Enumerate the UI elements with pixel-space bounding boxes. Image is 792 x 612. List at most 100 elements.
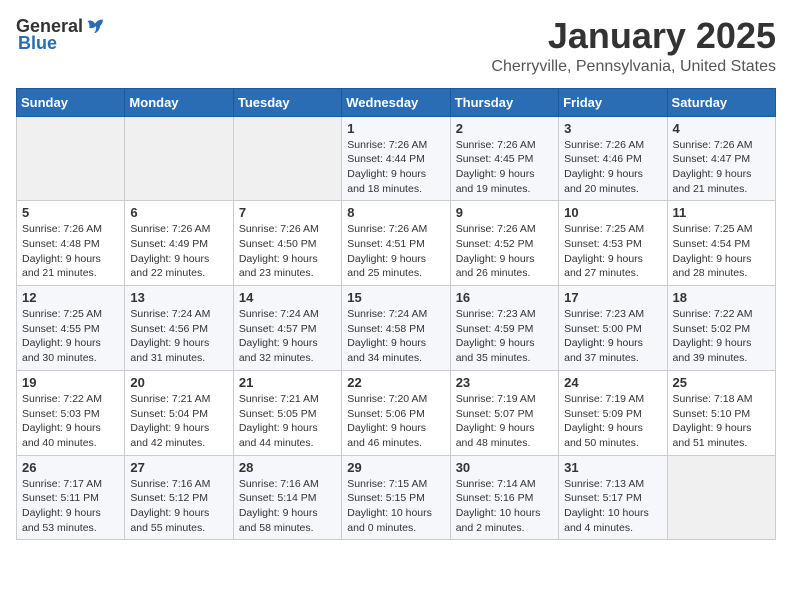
- day-info: Sunrise: 7:20 AM Sunset: 5:06 PM Dayligh…: [347, 392, 444, 451]
- calendar-cell: [125, 116, 233, 201]
- calendar-cell: 18 Sunrise: 7:22 AM Sunset: 5:02 PM Dayli…: [667, 286, 775, 371]
- day-number: 31: [564, 460, 661, 475]
- day-number: 7: [239, 205, 336, 220]
- calendar-week-5: 26 Sunrise: 7:17 AM Sunset: 5:11 PM Dayli…: [17, 455, 776, 540]
- calendar-cell: 14 Sunrise: 7:24 AM Sunset: 4:57 PM Dayli…: [233, 286, 341, 371]
- day-number: 27: [130, 460, 227, 475]
- weekday-header-thursday: Thursday: [450, 88, 558, 116]
- day-info: Sunrise: 7:25 AM Sunset: 4:53 PM Dayligh…: [564, 222, 661, 281]
- calendar-cell: 28Sunrise: 7:16 AM Sunset: 5:14 PM Dayli…: [233, 455, 341, 540]
- day-number: 26: [22, 460, 119, 475]
- calendar-cell: 31 Sunrise: 7:13 AM Sunset: 5:17 PM Dayli…: [559, 455, 667, 540]
- day-info: Sunrise: 7:19 AM Sunset: 5:07 PM Dayligh…: [456, 392, 553, 451]
- calendar-cell: 19 Sunrise: 7:22 AM Sunset: 5:03 PM Dayli…: [17, 370, 125, 455]
- day-info: Sunrise: 7:19 AM Sunset: 5:09 PM Dayligh…: [564, 392, 661, 451]
- calendar-cell: 8 Sunrise: 7:26 AM Sunset: 4:51 PM Daylig…: [342, 201, 450, 286]
- day-info: Sunrise: 7:17 AM Sunset: 5:11 PM Dayligh…: [22, 477, 119, 536]
- day-number: 11: [673, 205, 770, 220]
- logo-bird-icon: [85, 17, 105, 37]
- day-number: 29: [347, 460, 444, 475]
- weekday-header-tuesday: Tuesday: [233, 88, 341, 116]
- calendar-cell: 12 Sunrise: 7:25 AM Sunset: 4:55 PM Dayli…: [17, 286, 125, 371]
- weekday-header-wednesday: Wednesday: [342, 88, 450, 116]
- day-number: 2: [456, 121, 553, 136]
- day-info: Sunrise: 7:26 AM Sunset: 4:44 PM Dayligh…: [347, 138, 444, 197]
- calendar-cell: 10 Sunrise: 7:25 AM Sunset: 4:53 PM Dayli…: [559, 201, 667, 286]
- calendar-cell: 16Sunrise: 7:23 AM Sunset: 4:59 PM Dayli…: [450, 286, 558, 371]
- day-number: 10: [564, 205, 661, 220]
- day-info: Sunrise: 7:24 AM Sunset: 4:57 PM Dayligh…: [239, 307, 336, 366]
- day-info: Sunrise: 7:26 AM Sunset: 4:50 PM Dayligh…: [239, 222, 336, 281]
- calendar-cell: 30 Sunrise: 7:14 AM Sunset: 5:16 PM Dayli…: [450, 455, 558, 540]
- calendar-cell: 25 Sunrise: 7:18 AM Sunset: 5:10 PM Dayli…: [667, 370, 775, 455]
- calendar-cell: 6 Sunrise: 7:26 AM Sunset: 4:49 PM Daylig…: [125, 201, 233, 286]
- day-number: 3: [564, 121, 661, 136]
- day-number: 18: [673, 290, 770, 305]
- day-info: Sunrise: 7:25 AM Sunset: 4:54 PM Dayligh…: [673, 222, 770, 281]
- weekday-header-monday: Monday: [125, 88, 233, 116]
- calendar-week-3: 12 Sunrise: 7:25 AM Sunset: 4:55 PM Dayli…: [17, 286, 776, 371]
- calendar-cell: 29 Sunrise: 7:15 AM Sunset: 5:15 PM Dayli…: [342, 455, 450, 540]
- day-number: 15: [347, 290, 444, 305]
- day-number: 13: [130, 290, 227, 305]
- month-title: January 2025: [491, 16, 776, 56]
- day-info: Sunrise: 7:23 AM Sunset: 4:59 PM Dayligh…: [456, 307, 553, 366]
- calendar-week-4: 19 Sunrise: 7:22 AM Sunset: 5:03 PM Dayli…: [17, 370, 776, 455]
- weekday-header-sunday: Sunday: [17, 88, 125, 116]
- day-number: 25: [673, 375, 770, 390]
- day-info: Sunrise: 7:26 AM Sunset: 4:49 PM Dayligh…: [130, 222, 227, 281]
- day-info: Sunrise: 7:21 AM Sunset: 5:05 PM Dayligh…: [239, 392, 336, 451]
- calendar-cell: 22 Sunrise: 7:20 AM Sunset: 5:06 PM Dayli…: [342, 370, 450, 455]
- day-number: 30: [456, 460, 553, 475]
- day-number: 28: [239, 460, 336, 475]
- weekday-header-row: SundayMondayTuesdayWednesdayThursdayFrid…: [17, 88, 776, 116]
- day-number: 5: [22, 205, 119, 220]
- day-info: Sunrise: 7:13 AM Sunset: 5:17 PM Dayligh…: [564, 477, 661, 536]
- weekday-header-saturday: Saturday: [667, 88, 775, 116]
- day-number: 17: [564, 290, 661, 305]
- calendar-cell: 24 Sunrise: 7:19 AM Sunset: 5:09 PM Dayli…: [559, 370, 667, 455]
- calendar-cell: 4Sunrise: 7:26 AM Sunset: 4:47 PM Daylig…: [667, 116, 775, 201]
- day-number: 19: [22, 375, 119, 390]
- calendar-cell: 26 Sunrise: 7:17 AM Sunset: 5:11 PM Dayli…: [17, 455, 125, 540]
- day-info: Sunrise: 7:26 AM Sunset: 4:48 PM Dayligh…: [22, 222, 119, 281]
- title-block: January 2025 Cherryville, Pennsylvania, …: [491, 16, 776, 76]
- calendar-week-1: 1 Sunrise: 7:26 AM Sunset: 4:44 PM Daylig…: [17, 116, 776, 201]
- day-number: 12: [22, 290, 119, 305]
- calendar-cell: 15Sunrise: 7:24 AM Sunset: 4:58 PM Dayli…: [342, 286, 450, 371]
- calendar-cell: 7 Sunrise: 7:26 AM Sunset: 4:50 PM Daylig…: [233, 201, 341, 286]
- day-number: 22: [347, 375, 444, 390]
- calendar-cell: 5 Sunrise: 7:26 AM Sunset: 4:48 PM Daylig…: [17, 201, 125, 286]
- day-info: Sunrise: 7:21 AM Sunset: 5:04 PM Dayligh…: [130, 392, 227, 451]
- day-number: 6: [130, 205, 227, 220]
- calendar-cell: [667, 455, 775, 540]
- day-info: Sunrise: 7:14 AM Sunset: 5:16 PM Dayligh…: [456, 477, 553, 536]
- calendar-cell: [233, 116, 341, 201]
- day-info: Sunrise: 7:18 AM Sunset: 5:10 PM Dayligh…: [673, 392, 770, 451]
- calendar-cell: 17Sunrise: 7:23 AM Sunset: 5:00 PM Dayli…: [559, 286, 667, 371]
- day-info: Sunrise: 7:26 AM Sunset: 4:51 PM Dayligh…: [347, 222, 444, 281]
- day-info: Sunrise: 7:22 AM Sunset: 5:02 PM Dayligh…: [673, 307, 770, 366]
- day-number: 21: [239, 375, 336, 390]
- calendar-cell: 3 Sunrise: 7:26 AM Sunset: 4:46 PM Daylig…: [559, 116, 667, 201]
- weekday-header-friday: Friday: [559, 88, 667, 116]
- day-number: 24: [564, 375, 661, 390]
- day-info: Sunrise: 7:15 AM Sunset: 5:15 PM Dayligh…: [347, 477, 444, 536]
- day-number: 8: [347, 205, 444, 220]
- calendar-cell: 13 Sunrise: 7:24 AM Sunset: 4:56 PM Dayli…: [125, 286, 233, 371]
- day-info: Sunrise: 7:24 AM Sunset: 4:56 PM Dayligh…: [130, 307, 227, 366]
- day-number: 20: [130, 375, 227, 390]
- calendar-cell: 1 Sunrise: 7:26 AM Sunset: 4:44 PM Daylig…: [342, 116, 450, 201]
- day-number: 14: [239, 290, 336, 305]
- day-info: Sunrise: 7:25 AM Sunset: 4:55 PM Dayligh…: [22, 307, 119, 366]
- calendar-cell: [17, 116, 125, 201]
- calendar-cell: 23Sunrise: 7:19 AM Sunset: 5:07 PM Dayli…: [450, 370, 558, 455]
- day-info: Sunrise: 7:26 AM Sunset: 4:46 PM Dayligh…: [564, 138, 661, 197]
- day-number: 9: [456, 205, 553, 220]
- day-info: Sunrise: 7:22 AM Sunset: 5:03 PM Dayligh…: [22, 392, 119, 451]
- calendar-cell: 11 Sunrise: 7:25 AM Sunset: 4:54 PM Dayli…: [667, 201, 775, 286]
- day-number: 1: [347, 121, 444, 136]
- day-number: 4: [673, 121, 770, 136]
- day-info: Sunrise: 7:16 AM Sunset: 5:12 PM Dayligh…: [130, 477, 227, 536]
- calendar-week-2: 5 Sunrise: 7:26 AM Sunset: 4:48 PM Daylig…: [17, 201, 776, 286]
